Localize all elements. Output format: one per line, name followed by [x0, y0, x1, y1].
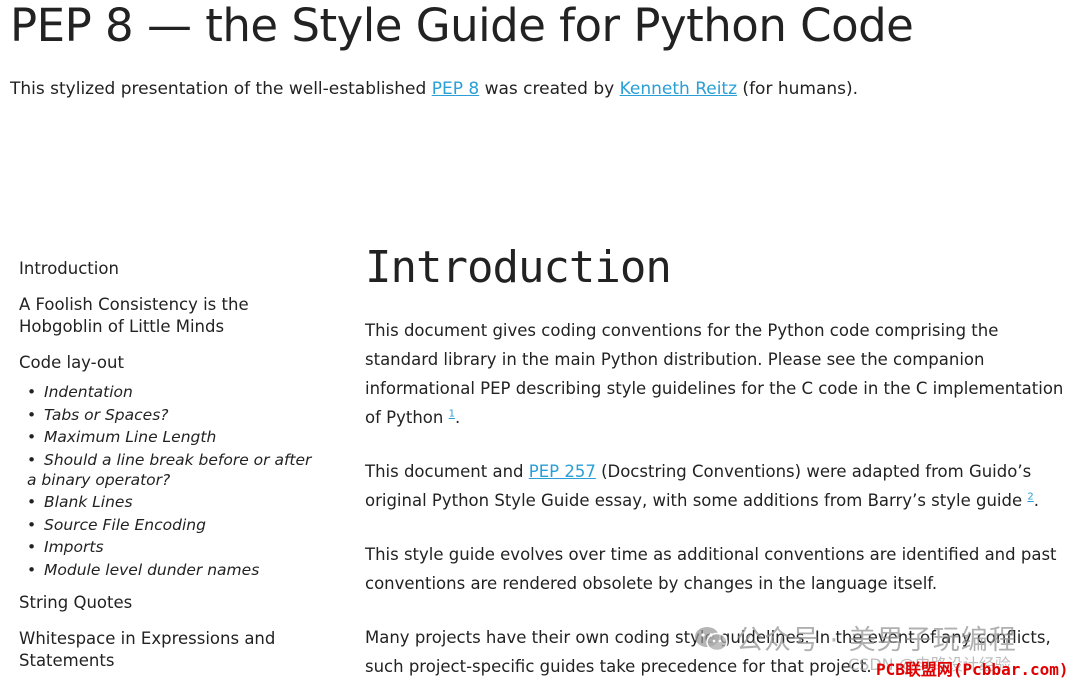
- toc-subitem-label: Tabs or Spaces?: [44, 405, 169, 424]
- pep8-link[interactable]: PEP 8: [432, 79, 479, 99]
- toc-subitem-dunder-names[interactable]: • Module level dunder names: [19, 560, 319, 580]
- paragraph-1: This document gives coding conventions f…: [365, 316, 1075, 432]
- bullet-icon: •: [27, 383, 37, 401]
- toc-subitem-label: Indentation: [44, 383, 133, 401]
- toc-subitem-label: Blank Lines: [44, 493, 133, 511]
- paragraph-3: This style guide evolves over time as ad…: [365, 545, 1057, 593]
- toc-subitem-indentation[interactable]: • Indentation: [19, 382, 319, 402]
- bullet-icon: •: [27, 538, 37, 556]
- bullet-icon: •: [27, 405, 37, 424]
- paragraph-2: This document and PEP 257 (Docstring Con…: [365, 457, 1075, 515]
- intro-middle: was created by: [479, 79, 620, 99]
- table-of-contents: Introduction A Foolish Consistency is th…: [19, 258, 319, 681]
- toc-item-string-quotes[interactable]: String Quotes: [19, 592, 319, 614]
- toc-item-code-layout[interactable]: Code lay-out: [19, 352, 319, 374]
- toc-subitem-max-line-length[interactable]: • Maximum Line Length: [19, 427, 319, 447]
- toc-item-introduction[interactable]: Introduction: [19, 258, 319, 280]
- toc-subitem-source-encoding[interactable]: • Source File Encoding: [19, 515, 319, 535]
- intro-prefix: This stylized presentation of the well-e…: [10, 79, 432, 99]
- bullet-icon: •: [27, 493, 37, 511]
- bullet-icon: •: [27, 428, 37, 446]
- paragraph-2-end: .: [1033, 491, 1039, 510]
- toc-item-whitespace[interactable]: Whitespace in Expressions and Statements: [19, 628, 319, 672]
- bullet-icon: •: [27, 515, 37, 534]
- toc-subitem-label: Module level dunder names: [44, 560, 260, 579]
- pcb-watermark: PCB联盟网(Pcbbar.com): [876, 660, 1069, 679]
- toc-subitem-tabs-or-spaces[interactable]: • Tabs or Spaces?: [19, 405, 319, 425]
- toc-subitem-label: Maximum Line Length: [44, 428, 217, 446]
- pep257-link[interactable]: PEP 257: [529, 462, 596, 481]
- paragraph-2-prefix: This document and: [365, 462, 529, 481]
- author-link[interactable]: Kenneth Reitz: [620, 79, 737, 99]
- page: PEP 8 — the Style Guide for Python Code …: [0, 0, 1080, 681]
- intro-line: This stylized presentation of the well-e…: [10, 78, 858, 100]
- paragraph-1-text: This document gives coding conventions f…: [365, 321, 1064, 427]
- toc-sublist: • Indentation • Tabs or Spaces? • Maximum L…: [19, 382, 319, 580]
- main-content: Introduction This document gives coding …: [365, 238, 1075, 681]
- toc-item-foolish-consistency[interactable]: A Foolish Consistency is the Hobgoblin o…: [19, 294, 319, 338]
- page-title: PEP 8 — the Style Guide for Python Code: [10, 0, 914, 52]
- toc-subitem-line-break[interactable]: • Should a line break before or after a b…: [19, 450, 319, 490]
- toc-subitem-label: Source File Encoding: [44, 515, 206, 534]
- toc-subitem-blank-lines[interactable]: • Blank Lines: [19, 492, 319, 512]
- section-heading: Introduction: [365, 242, 672, 293]
- intro-suffix: (for humans).: [737, 79, 859, 99]
- wechat-icon: [694, 625, 728, 653]
- toc-subitem-label: Imports: [44, 538, 104, 556]
- toc-subitem-imports[interactable]: • Imports: [19, 537, 319, 557]
- paragraph-1-end: .: [454, 408, 461, 427]
- toc-subitem-label: Should a line break before or after a bi…: [27, 450, 312, 489]
- bullet-icon: •: [27, 450, 37, 469]
- bullet-icon: •: [27, 560, 37, 579]
